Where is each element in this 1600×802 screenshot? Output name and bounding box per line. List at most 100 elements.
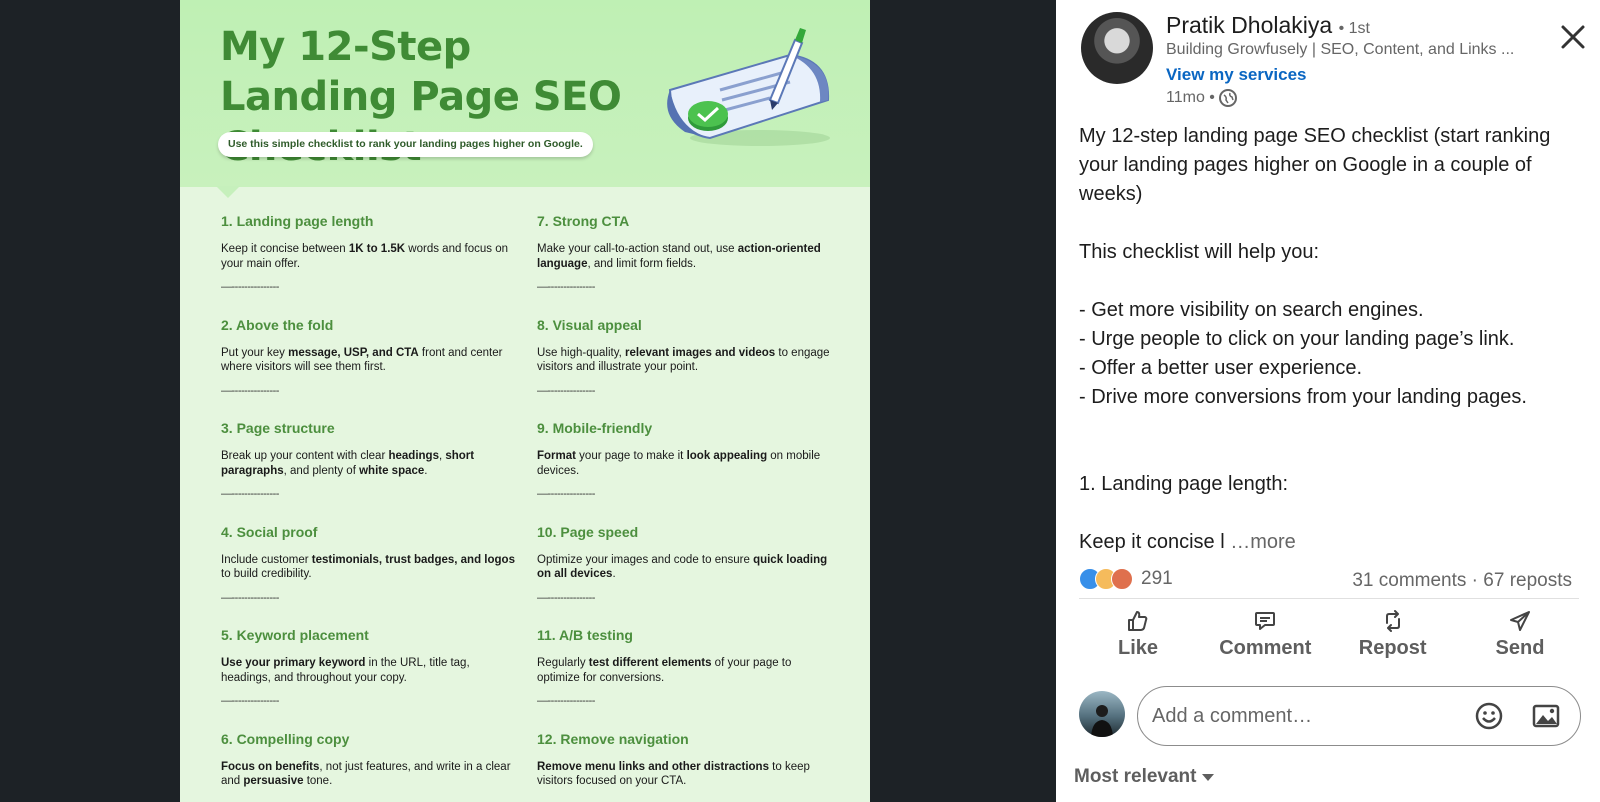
post-text-line	[1079, 441, 1579, 470]
checklist-item-body: Format your page to make it look appeali…	[537, 450, 821, 477]
author-avatar[interactable]	[1081, 12, 1153, 84]
item-divider: —---------------	[221, 695, 279, 707]
comment-input[interactable]	[1152, 687, 1452, 745]
comment-composer[interactable]	[1137, 686, 1581, 746]
checklist-item-body: Put your key message, USP, and CTA front…	[221, 346, 503, 374]
love-reaction-icon	[1111, 568, 1133, 590]
repost-label: Repost	[1358, 636, 1427, 659]
post-text-line: - Get more visibility on search engines.	[1079, 299, 1424, 321]
checklist-item-heading: 1. Landing page length	[221, 213, 374, 229]
post-text-line: - Drive more conversions from your landi…	[1079, 386, 1527, 408]
checklist-item: 2. Above the fold Put your key message, U…	[221, 316, 521, 397]
checklist-item: 8. Visual appeal Use high-quality, releva…	[537, 316, 837, 397]
checklist-item-body: Make your call-to-action stand out, use …	[537, 243, 821, 270]
item-divider: —---------------	[221, 281, 279, 293]
send-icon	[1509, 610, 1530, 631]
item-divider: —---------------	[537, 384, 595, 397]
reaction-summary[interactable]: 291	[1079, 568, 1173, 590]
checklist-item-body: Use high-quality, relevant images and vi…	[537, 346, 830, 374]
checklist-item-heading: 11. A/B testing	[537, 627, 633, 643]
author-name-row[interactable]: Pratik Dholakiya • 1st	[1166, 12, 1370, 39]
item-divider: —---------------	[221, 488, 279, 500]
checklist-item: 11. A/B testing Regularly test different …	[537, 626, 837, 707]
checklist-item-body: Regularly test different elements of you…	[537, 657, 792, 684]
post-text-line: your landing pages higher on Google in a…	[1079, 154, 1532, 176]
item-divider: —---------------	[537, 591, 595, 604]
item-divider: —---------------	[537, 488, 595, 500]
post-text-line: My 12-step landing page SEO checklist (s…	[1079, 125, 1551, 147]
post-detail-panel: Pratik Dholakiya • 1st Building Growfuse…	[1056, 0, 1600, 802]
item-divider: —---------------	[537, 695, 595, 707]
like-button[interactable]: Like	[1079, 603, 1197, 665]
checklist-item-body: Break up your content with clear heading…	[221, 450, 475, 477]
close-icon[interactable]	[1558, 22, 1588, 52]
checklist-item: 7. Strong CTA Make your call-to-action st…	[537, 212, 837, 293]
post-text-line	[1079, 499, 1579, 528]
like-label: Like	[1117, 636, 1159, 659]
poster-subtitle: Use this simple checklist to rank your l…	[218, 132, 593, 157]
checklist-item-heading: 7. Strong CTA	[537, 213, 630, 229]
item-divider: —---------------	[537, 281, 595, 293]
send-button[interactable]: Send	[1461, 603, 1579, 665]
checklist-item: 12. Remove navigation Remove menu links a…	[537, 730, 837, 789]
divider	[1079, 598, 1579, 599]
image-icon[interactable]	[1530, 700, 1562, 732]
post-text-line: 1. Landing page length:	[1079, 473, 1289, 495]
connection-degree: • 1st	[1338, 20, 1370, 37]
document-checkmark-icon	[667, 28, 830, 146]
checklist-image[interactable]: My 12-Step Landing Page SEO Checklist Us…	[180, 0, 870, 802]
caret-down-icon	[1202, 773, 1215, 781]
comment-icon	[1255, 611, 1276, 630]
image-viewer: My 12-Step Landing Page SEO Checklist Us…	[0, 0, 1056, 802]
truncated-text: Keep it concise l	[1079, 531, 1225, 553]
action-bar: Like Comment Repost Send	[1079, 603, 1579, 665]
post-time: 11mo •	[1166, 89, 1215, 106]
reaction-count[interactable]: 291	[1141, 568, 1173, 590]
author-headline: Building Growfusely | SEO, Content, and …	[1166, 41, 1515, 58]
see-more-button[interactable]: …more	[1225, 531, 1296, 553]
checklist-item: 6. Compelling copy Focus on benefits, not…	[221, 730, 521, 789]
checklist-item: 10. Page speed Optimize your images and c…	[537, 523, 837, 604]
post-text-line	[1079, 209, 1579, 238]
post-meta: 11mo •	[1166, 89, 1237, 107]
checklist-item-heading: 2. Above the fold	[221, 316, 334, 333]
author-name[interactable]: Pratik Dholakiya	[1166, 12, 1332, 38]
repost-button[interactable]: Repost	[1334, 603, 1452, 665]
comments-reposts-count[interactable]: 31 comments · 67 reposts	[1352, 570, 1572, 592]
checklist-item-body: Keep it concise between 1K to 1.5K words…	[221, 243, 509, 270]
checklist-item-heading: 9. Mobile-friendly	[537, 420, 653, 436]
checklist-item: 3. Page structure Break up your content w…	[221, 419, 521, 500]
checklist-item-heading: 6. Compelling copy	[221, 730, 350, 747]
send-label: Send	[1495, 636, 1545, 659]
checklist-item-heading: 12. Remove navigation	[537, 730, 689, 747]
comment-label: Comment	[1219, 636, 1312, 659]
user-avatar[interactable]	[1079, 691, 1125, 737]
header-pointer	[216, 186, 240, 198]
checklist-item-heading: 3. Page structure	[221, 420, 335, 436]
sort-label: Most relevant	[1074, 766, 1197, 787]
checklist-item-heading: 8. Visual appeal	[537, 316, 642, 333]
globe-icon	[1218, 89, 1237, 107]
checklist-item: 4. Social proof Include customer testimon…	[221, 523, 521, 604]
post-text-line: This checklist will help you:	[1079, 241, 1320, 263]
post-text-line: weeks)	[1079, 183, 1143, 205]
checklist-item: 9. Mobile-friendly Format your page to ma…	[537, 419, 837, 500]
view-services-link[interactable]: View my services	[1166, 65, 1307, 85]
post-text-line: - Urge people to click on your landing p…	[1079, 328, 1515, 350]
post-text-truncated-line: Keep it concise l …more	[1079, 528, 1579, 557]
poster-header: My 12-Step Landing Page SEO Checklist Us…	[180, 0, 870, 187]
post-text-line	[1079, 412, 1579, 441]
checklist-item: 5. Keyword placement Use your primary key…	[221, 626, 521, 707]
emoji-icon[interactable]	[1473, 700, 1505, 732]
item-divider: —---------------	[221, 384, 279, 397]
thumbs-up-icon	[1128, 610, 1148, 631]
post-text-line: - Offer a better user experience.	[1079, 357, 1363, 379]
repost-icon	[1385, 609, 1400, 632]
checklist-item-body: Focus on benefits, not just features, an…	[221, 760, 511, 788]
comment-button[interactable]: Comment	[1206, 603, 1324, 665]
checklist-item: 1. Landing page length Keep it concise be…	[221, 212, 521, 293]
sort-dropdown[interactable]: Most relevant	[1074, 766, 1215, 788]
checklist-item-heading: 5. Keyword placement	[221, 627, 369, 643]
checklist-item-heading: 10. Page speed	[537, 523, 639, 540]
checklist-item-body: Remove menu links and other distractions…	[537, 760, 810, 788]
